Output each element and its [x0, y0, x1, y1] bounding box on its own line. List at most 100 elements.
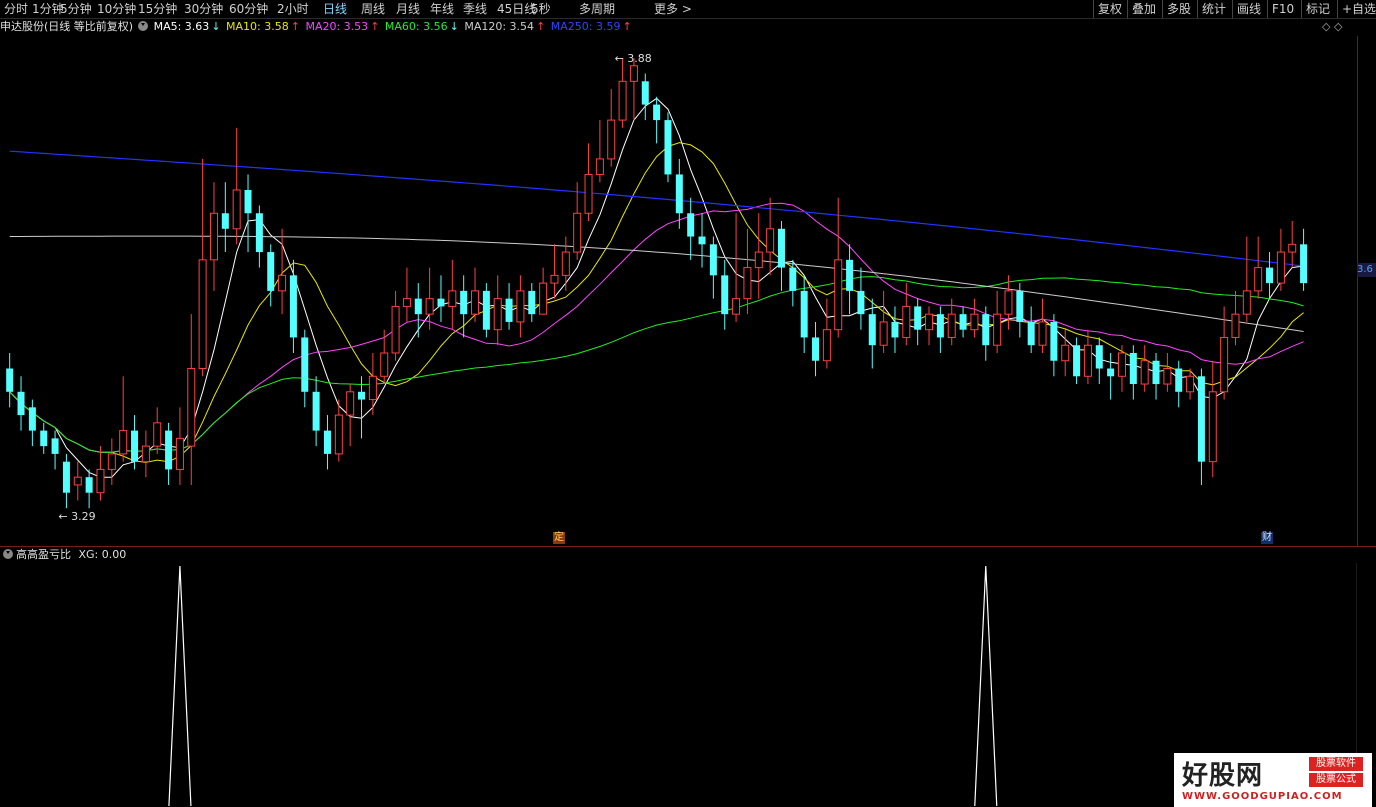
candle-body	[312, 391, 320, 431]
period-tab-9[interactable]: 周线	[361, 0, 385, 18]
period-tab-0[interactable]: 分时	[4, 0, 28, 18]
period-tab-7[interactable]: 2小时	[277, 0, 309, 18]
candle-body	[1231, 313, 1240, 338]
indicator-name[interactable]: 高高盈亏比	[16, 548, 71, 561]
period-tab-6[interactable]: 60分钟	[229, 0, 268, 18]
candle-body	[777, 228, 785, 268]
last-price-tag: 3.6	[1357, 263, 1376, 277]
toolbar-button-0[interactable]: 复权	[1093, 0, 1122, 18]
candle-body	[73, 476, 82, 486]
candle-body	[414, 298, 422, 315]
candle-body	[482, 290, 490, 330]
period-tab-15[interactable]: 多周期	[579, 0, 615, 18]
candle-body	[822, 329, 831, 362]
candle-body	[1186, 375, 1195, 393]
period-tab-8[interactable]: 日线	[323, 0, 347, 18]
watermark-badge-2: 股票公式	[1309, 773, 1363, 787]
period-tab-3[interactable]: 10分钟	[97, 0, 136, 18]
candle-body	[334, 414, 343, 455]
period-tab-14[interactable]: 5秒	[531, 0, 551, 18]
ma20-arrow: ↑	[370, 20, 380, 33]
candlestick-chart[interactable]: ← 3.88 ← 3.29	[0, 36, 1357, 546]
candle-body	[1061, 344, 1070, 362]
candle-body	[141, 445, 150, 463]
candle-body	[175, 437, 184, 470]
candle-body	[891, 321, 899, 338]
period-tab-10[interactable]: 月线	[396, 0, 420, 18]
candle-body	[1254, 267, 1263, 292]
candle-body	[766, 228, 775, 253]
panel-controls[interactable]: ◇ ◇	[1322, 20, 1342, 33]
period-tab-4[interactable]: 15分钟	[138, 0, 177, 18]
ma10-arrow: ↑	[290, 20, 300, 33]
ma-info-bar: 申达股份(日线 等比前复权) MA5: 3.63 ↓ MA10: 3.58 ↑ MA…	[0, 18, 634, 36]
candle-body	[51, 438, 59, 454]
candle-body	[187, 368, 196, 447]
ma20-label: MA20: 3.53	[305, 20, 369, 33]
candle-body	[358, 391, 366, 400]
indicator-xg: XG: 0.00	[78, 548, 127, 561]
candle-body	[131, 430, 139, 462]
candle-body	[846, 259, 854, 291]
candle-body	[1016, 290, 1024, 322]
period-tab-12[interactable]: 季线	[463, 0, 487, 18]
candle-body	[970, 313, 979, 331]
chevron-down-icon[interactable]	[138, 21, 149, 31]
candle-body	[743, 267, 752, 300]
period-tab-2[interactable]: 5分钟	[60, 0, 92, 18]
period-tab-16[interactable]: 更多 >	[654, 0, 692, 18]
candle-body	[936, 314, 944, 338]
candle-body	[391, 305, 400, 354]
period-tab-1[interactable]: 1分钟	[32, 0, 64, 18]
candle-body	[721, 275, 729, 315]
candle-body	[982, 314, 990, 346]
candle-body	[255, 213, 263, 253]
toolbar-button-2[interactable]: 多股	[1162, 0, 1191, 18]
ma60-arrow: ↓	[449, 20, 459, 33]
candle-body	[800, 290, 808, 338]
ma10-label: MA10: 3.58	[226, 20, 289, 33]
toolbar-button-6[interactable]: 标记	[1301, 0, 1330, 18]
toolbar-button-5[interactable]: F10	[1267, 0, 1294, 18]
event-tag-cai[interactable]: 财	[1261, 532, 1273, 544]
ma250-label: MA250: 3.59	[550, 20, 621, 33]
candle-body	[812, 337, 820, 361]
candle-body	[947, 313, 956, 338]
chevron-down-icon[interactable]	[3, 549, 13, 559]
candle-body	[1107, 368, 1115, 377]
candle-body	[1095, 345, 1103, 369]
stock-title[interactable]: 申达股份(日线 等比前复权)	[0, 20, 133, 33]
candle-body	[1276, 251, 1285, 284]
candle-body	[1117, 352, 1126, 377]
toolbar-button-4[interactable]: 画线	[1232, 0, 1261, 18]
period-tab-11[interactable]: 年线	[430, 0, 454, 18]
candle-body	[267, 252, 275, 291]
candle-body	[1163, 368, 1172, 385]
candle-body	[448, 290, 457, 307]
candle-body	[346, 391, 355, 416]
candle-body	[96, 468, 105, 494]
indicator-bar: 高高盈亏比 XG: 0.00	[0, 547, 126, 563]
candle-body	[505, 298, 513, 322]
watermark-badge-1: 股票软件	[1309, 757, 1363, 771]
candle-body	[550, 274, 559, 284]
candle-body	[698, 236, 706, 245]
xg-spike-0	[168, 565, 192, 807]
xg-spike-1	[974, 565, 998, 807]
toolbar-button-1[interactable]: 叠加	[1127, 0, 1156, 18]
indicator-chart[interactable]	[0, 563, 1357, 807]
high-price-label: ← 3.88	[615, 52, 652, 65]
watermark-logo: 好股网 股票软件 股票公式 WWW.GOODGUPIAO.COM	[1174, 753, 1372, 807]
candle-body	[1175, 368, 1183, 392]
candle-body	[789, 267, 797, 291]
toolbar-button-7[interactable]: +自选	[1337, 0, 1376, 18]
panel-divider[interactable]	[0, 546, 1376, 547]
candle-body	[675, 174, 683, 214]
period-tab-5[interactable]: 30分钟	[184, 0, 223, 18]
ma120-arrow: ↑	[536, 20, 546, 33]
candle-body	[879, 321, 888, 346]
period-toolbar: 分时 1分钟 5分钟 10分钟 15分钟 30分钟 60分钟 2小时 日线 周线 月线 年线 季线 45日…	[0, 0, 1376, 19]
event-tag-ding[interactable]: 定	[553, 532, 565, 544]
toolbar-button-3[interactable]: 统计	[1197, 0, 1226, 18]
candle-body	[925, 313, 934, 331]
